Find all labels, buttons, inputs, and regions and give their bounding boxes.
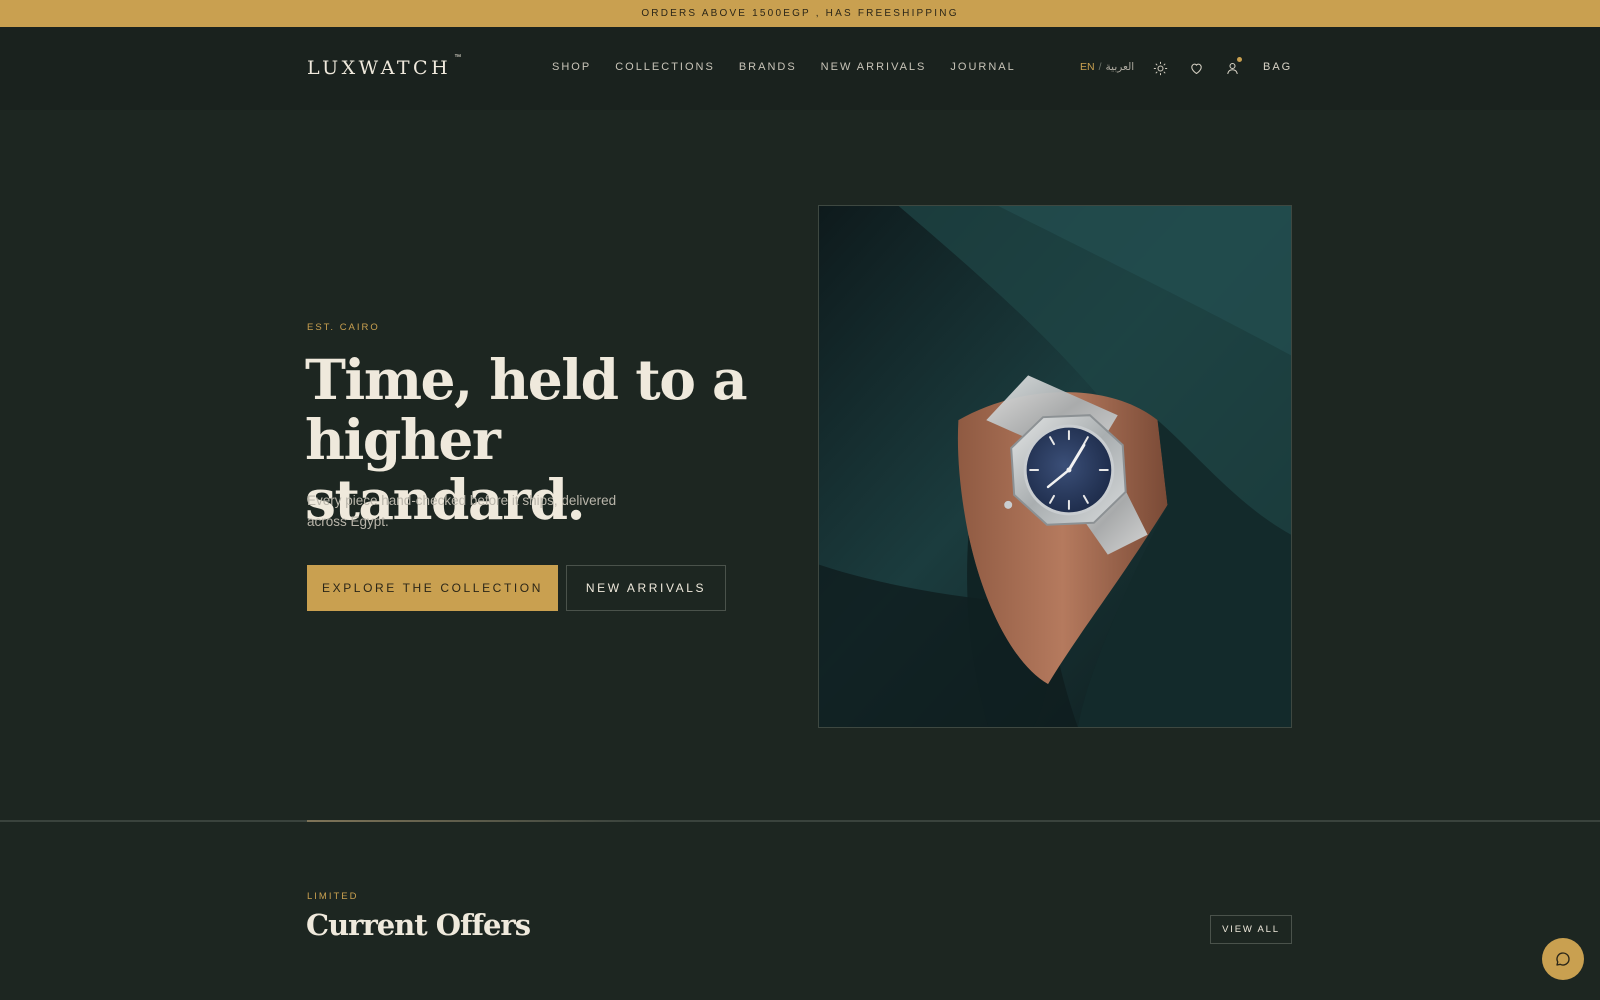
section-progress-bar [307,820,637,822]
offers-eyebrow: LIMITED [307,891,359,902]
explore-collection-button[interactable]: EXPLORE THE COLLECTION [307,565,558,611]
logo[interactable]: LUXWATCH ™ [307,53,462,79]
heart-icon[interactable] [1187,59,1205,77]
new-arrivals-button[interactable]: NEW ARRIVALS [566,565,726,611]
announcement-bar: ORDERS ABOVE 1500EGP , HAS FREESHIPPING [0,0,1600,27]
nav-new-arrivals[interactable]: NEW ARRIVALS [821,61,927,73]
account-notification-dot [1237,57,1242,62]
lang-separator: / [1098,61,1102,73]
bag-link[interactable]: BAG [1263,61,1292,73]
offers-title: Current Offers [306,908,531,942]
hero-eyebrow: EST. CAIRO [307,322,380,333]
nav-brands[interactable]: BRANDS [739,61,797,73]
logo-text: LUXWATCH [307,57,452,79]
chat-icon[interactable] [1542,938,1584,980]
site-header: LUXWATCH ™ SHOP COLLECTIONS BRANDS NEW AR… [0,27,1600,110]
sun-icon[interactable] [1151,59,1169,77]
view-all-button[interactable]: VIEW ALL [1210,915,1292,944]
nav-journal[interactable]: JOURNAL [950,61,1015,73]
announcement-text: ORDERS ABOVE 1500EGP , HAS FREESHIPPING [641,8,959,19]
nav-shop[interactable]: SHOP [552,61,591,73]
main-nav: SHOP COLLECTIONS BRANDS NEW ARRIVALS JOU… [552,61,1016,73]
section-divider [0,820,1600,822]
headline-line-1: Time, held to a [305,347,748,412]
lang-en[interactable]: EN [1080,61,1095,73]
lang-ar[interactable]: العربية [1106,61,1135,73]
hero-subtext: Every piece hand-checked before it ships… [307,493,617,529]
nav-collections[interactable]: COLLECTIONS [615,61,715,73]
hero-watch-image [818,205,1292,728]
logo-tm: ™ [454,53,462,61]
language-switcher: EN / العربية [1080,61,1134,73]
